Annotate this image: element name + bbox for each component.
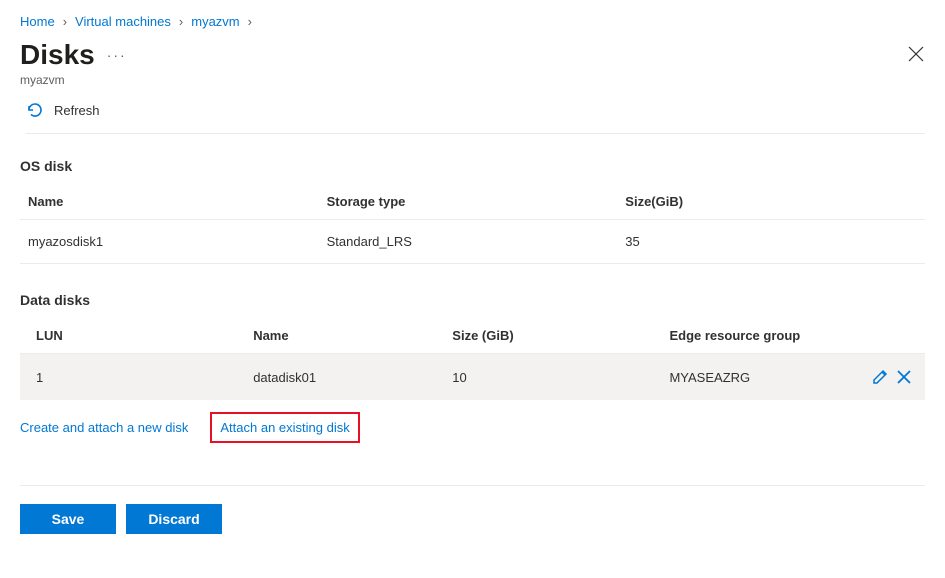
- data-disks-table: LUN Name Size (GiB) Edge resource group …: [20, 318, 925, 400]
- breadcrumb-home[interactable]: Home: [20, 14, 55, 29]
- os-disk-row: myazosdisk1 Standard_LRS 35: [20, 220, 925, 264]
- delete-icon[interactable]: [895, 368, 913, 386]
- os-disk-table: Name Storage type Size(GiB) myazosdisk1 …: [20, 184, 925, 264]
- footer: Save Discard: [20, 485, 925, 534]
- toolbar: Refresh: [26, 101, 925, 134]
- close-button[interactable]: [907, 45, 925, 66]
- create-attach-new-disk-link[interactable]: Create and attach a new disk: [20, 420, 188, 435]
- breadcrumb-virtual-machines[interactable]: Virtual machines: [75, 14, 171, 29]
- chevron-right-icon: ›: [179, 14, 183, 29]
- data-disk-name: datadisk01: [237, 354, 436, 401]
- discard-button[interactable]: Discard: [126, 504, 222, 534]
- attach-existing-disk-link[interactable]: Attach an existing disk: [220, 420, 349, 435]
- os-disk-name: myazosdisk1: [20, 220, 319, 264]
- chevron-right-icon: ›: [63, 14, 67, 29]
- col-size: Size(GiB): [617, 184, 925, 220]
- disk-actions: Create and attach a new disk Attach an e…: [20, 420, 925, 435]
- breadcrumb: Home › Virtual machines › myazvm ›: [20, 14, 925, 29]
- more-actions-button[interactable]: ···: [107, 47, 127, 63]
- data-disk-row: 1 datadisk01 10 MYASEAZRG: [20, 354, 925, 401]
- refresh-icon: [26, 101, 44, 119]
- page-subtitle: myazvm: [20, 73, 925, 87]
- breadcrumb-vm[interactable]: myazvm: [191, 14, 239, 29]
- os-disk-size: 35: [617, 220, 925, 264]
- os-disk-storage: Standard_LRS: [319, 220, 618, 264]
- refresh-label: Refresh: [54, 103, 100, 118]
- col-storage-type: Storage type: [319, 184, 618, 220]
- data-disk-lun: 1: [20, 354, 237, 401]
- col-size: Size (GiB): [436, 318, 653, 354]
- col-name: Name: [237, 318, 436, 354]
- save-button[interactable]: Save: [20, 504, 116, 534]
- col-edge-rg: Edge resource group: [653, 318, 855, 354]
- data-disks-heading: Data disks: [20, 292, 925, 308]
- edit-icon[interactable]: [871, 368, 889, 386]
- refresh-button[interactable]: Refresh: [26, 101, 100, 119]
- os-disk-heading: OS disk: [20, 158, 925, 174]
- close-icon: [907, 45, 925, 63]
- col-name: Name: [20, 184, 319, 220]
- col-lun: LUN: [20, 318, 237, 354]
- attach-existing-highlight: Attach an existing disk: [210, 412, 359, 443]
- chevron-right-icon: ›: [248, 14, 252, 29]
- data-disk-rg: MYASEAZRG: [653, 354, 855, 401]
- data-disk-size: 10: [436, 354, 653, 401]
- page-title: Disks: [20, 39, 95, 71]
